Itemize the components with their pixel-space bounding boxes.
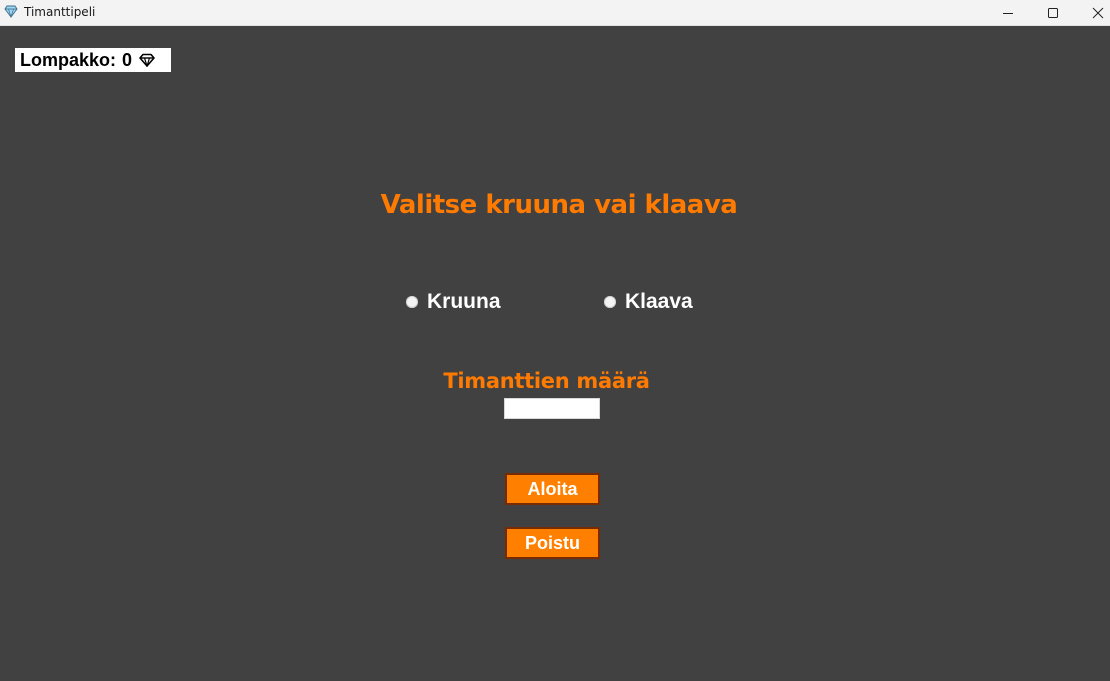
minimize-button[interactable] [985,0,1031,25]
radio-label-klaava: Klaava [625,290,693,313]
minimize-icon [1003,12,1013,14]
page-heading: Valitse kruuna vai klaava [380,190,738,220]
wallet-label: Lompakko: [20,49,117,70]
title-bar[interactable]: Timanttipeli [0,0,1110,26]
quit-button[interactable]: Poistu [505,527,600,559]
maximize-icon [1048,7,1058,18]
radio-button-kruuna[interactable] [406,296,418,308]
diamond-icon [4,5,18,18]
amount-label: Timanttien määrä [443,369,650,393]
diamond-icon [139,53,155,67]
radio-button-klaava[interactable] [604,296,616,308]
radio-kruuna[interactable]: Kruuna [406,290,501,314]
window-title: Timanttipeli [24,5,96,19]
wallet-display: Lompakko: 0 [15,48,171,72]
close-icon [1092,7,1104,18]
radio-klaava[interactable]: Klaava [604,290,693,314]
wallet-balance: 0 [122,49,133,70]
app-window: Timanttipeli Lompakko: 0 Valitse kruuna [0,0,1110,681]
close-button[interactable] [1075,0,1110,25]
amount-input[interactable] [504,398,600,419]
maximize-button[interactable] [1030,0,1076,25]
radio-label-kruuna: Kruuna [427,290,501,313]
start-button[interactable]: Aloita [505,473,600,505]
